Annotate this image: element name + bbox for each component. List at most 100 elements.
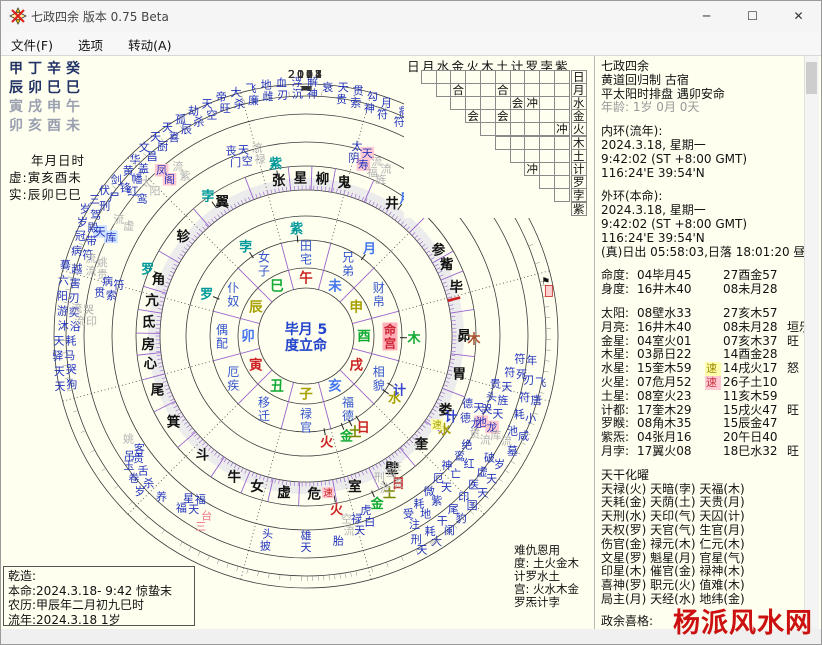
aspect-cell	[480, 122, 496, 136]
aspect-col-日: 日	[406, 56, 421, 75]
svg-text:计: 计	[393, 383, 406, 399]
svg-text:冠: 冠	[75, 230, 86, 243]
minimize-button[interactable]: ─	[684, 1, 729, 31]
svg-text:罗: 罗	[141, 262, 154, 277]
svg-text:张: 张	[272, 173, 286, 189]
svg-text:紫: 紫	[290, 221, 303, 237]
svg-text:迁: 迁	[258, 409, 270, 423]
close-button[interactable]: ✕	[776, 1, 821, 31]
svg-text:鸾: 鸾	[137, 192, 148, 206]
aspect-row-木: 木	[571, 136, 587, 150]
speed-badge	[705, 431, 721, 445]
fate-stars-block: 难仇恩用 度: 土火金木 计罗水土 宫: 火水木金 罗炁计孛	[514, 544, 604, 609]
svg-text:紫: 紫	[269, 156, 282, 172]
svg-text:木: 木	[466, 331, 481, 347]
svg-text:午: 午	[299, 270, 313, 287]
scrollbar-thumb[interactable]	[806, 62, 817, 94]
svg-text:速: 速	[323, 488, 333, 499]
speed-badge	[705, 445, 721, 459]
svg-text:木: 木	[406, 330, 421, 346]
panel-header-0: 七政四余	[601, 60, 804, 74]
inner-ring-title: 内环(流年):	[601, 125, 804, 139]
svg-text:天: 天	[55, 380, 66, 393]
svg-text:姚: 姚	[97, 255, 108, 269]
svg-text:氐: 氐	[142, 314, 156, 331]
aspect-cell: 冲	[524, 162, 540, 176]
inner-ring-data: 116:24'E 39:54'N	[601, 167, 804, 181]
svg-text:游: 游	[57, 305, 68, 318]
aspect-cell	[436, 83, 452, 97]
svg-text:刑: 刑	[374, 471, 385, 484]
svg-text:贵: 贵	[133, 452, 144, 465]
aspect-cell	[524, 109, 540, 123]
aspect-row-水: 水	[571, 96, 587, 110]
svg-text:符: 符	[377, 108, 388, 121]
fate-palace2: 罗炁计孛	[514, 596, 604, 609]
svg-text:库: 库	[490, 429, 501, 442]
natal-gender: 乾造:	[8, 569, 190, 584]
svg-text:室: 室	[348, 478, 362, 495]
svg-text:旌: 旌	[375, 172, 386, 186]
panel-header-1: 黄道回归制 古宿	[601, 74, 804, 88]
svg-text:胎: 胎	[333, 534, 344, 548]
svg-text:福: 福	[195, 492, 206, 506]
aspect-cell	[510, 70, 526, 84]
aspect-cell	[539, 175, 555, 189]
huayao-row: 天权(罗) 天官(气) 生官(月)	[601, 524, 804, 538]
panel-scrollbar[interactable]	[804, 56, 819, 629]
aspect-cell	[495, 70, 511, 84]
svg-text:旌: 旌	[497, 393, 508, 407]
watermark: 杨派风水网	[673, 601, 813, 640]
svg-text:计: 计	[445, 409, 458, 425]
pillar-hidden2: 卯亥酉未	[9, 117, 129, 136]
aspect-cell	[554, 149, 570, 163]
menu-rotate[interactable]: 转动(A)	[118, 31, 181, 58]
huayao-title: 天干化曜	[601, 469, 804, 483]
speed-badge	[705, 335, 721, 349]
svg-text:德: 德	[462, 396, 473, 410]
svg-text:厄: 厄	[227, 365, 239, 379]
svg-text:申: 申	[349, 299, 363, 316]
svg-text:罗: 罗	[200, 287, 213, 302]
aspect-cell: 冲	[524, 96, 540, 110]
aspect-cell	[539, 162, 555, 176]
svg-text:雌: 雌	[262, 89, 273, 103]
svg-text:福: 福	[342, 395, 354, 410]
menu-file[interactable]: 文件(F)	[1, 31, 63, 58]
svg-text:奎: 奎	[414, 435, 429, 452]
svg-text:害: 害	[70, 276, 81, 290]
aspect-cell	[539, 136, 555, 150]
svg-text:狗: 狗	[66, 378, 77, 391]
maximize-button[interactable]: ☐	[730, 1, 775, 31]
outer-ring-title: 外环(本命):	[601, 190, 804, 204]
pillar-shi: 实:辰卯巳巳	[9, 186, 129, 203]
svg-text:箕: 箕	[167, 414, 181, 431]
aspect-cell	[421, 70, 437, 84]
svg-text:旺: 旺	[392, 462, 402, 473]
svg-text:岁: 岁	[77, 215, 88, 229]
svg-text:毕: 毕	[450, 279, 464, 296]
svg-text:杀: 杀	[193, 114, 204, 128]
svg-text:天: 天	[95, 225, 106, 238]
aspect-cell	[554, 96, 570, 110]
aspect-cell	[524, 70, 540, 84]
aspect-row-土: 土	[571, 149, 587, 163]
svg-text:空: 空	[206, 107, 217, 121]
svg-text:胃: 胃	[453, 367, 467, 383]
svg-text:喜: 喜	[169, 131, 180, 144]
aspect-cell	[436, 70, 452, 84]
aspect-cell	[495, 136, 511, 150]
aspect-cell	[510, 109, 526, 123]
svg-text:流: 流	[85, 251, 96, 265]
svg-text:鬼: 鬼	[337, 174, 351, 191]
aspect-row-月: 月	[571, 83, 587, 97]
svg-text:门: 门	[230, 155, 241, 169]
svg-text:神: 神	[441, 458, 452, 472]
svg-text:虚: 虚	[477, 465, 488, 478]
menu-options[interactable]: 选项	[68, 31, 113, 58]
speed-badge	[705, 417, 721, 431]
aspect-row-紫: 紫	[571, 202, 587, 216]
speed-badge	[705, 404, 721, 418]
speed-badge	[705, 348, 721, 362]
svg-text:流: 流	[480, 433, 491, 447]
